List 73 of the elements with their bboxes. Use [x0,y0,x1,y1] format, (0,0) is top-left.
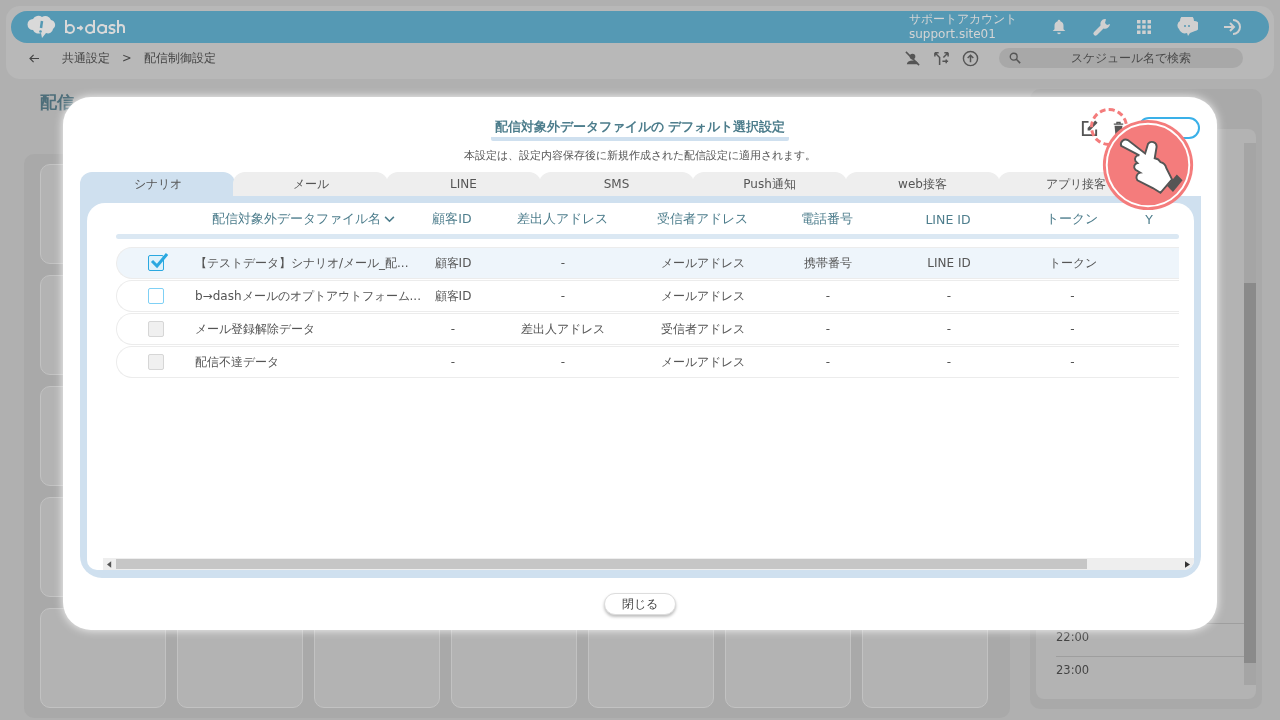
sort-caret-icon[interactable] [383,215,395,223]
search-input[interactable]: スケジュール名で検索 [1029,50,1233,66]
account-name: サポートアカウント [909,12,1017,27]
table-cell: - [450,322,456,336]
table-cell: 差出人アドレス [521,320,605,338]
close-button[interactable]: 閉じる [604,593,676,615]
grid-menu-icon[interactable] [1136,19,1152,35]
table-cell: - [560,355,566,369]
scroll-right-icon[interactable] [1185,560,1190,568]
column-header[interactable]: 配信対象外データファイル名 [211,210,381,228]
mascot-icon[interactable] [1176,17,1198,37]
table-cell: - [560,289,566,303]
logo-icon [27,15,57,39]
dialog-title: 配信対象外データファイルの デフォルト選択設定 [490,119,790,141]
column-header[interactable]: 電話番号 [801,210,853,228]
table-cell: 顧客ID [434,287,472,305]
column-header[interactable]: 差出人アドレス [516,210,608,228]
breadcrumb-separator: > [122,51,132,65]
column-header[interactable]: Y [1145,211,1153,227]
table-cell: - [946,322,952,336]
column-header[interactable]: トークン [1045,210,1098,228]
table-cell: - [825,322,831,336]
table-cell: 顧客ID [434,254,472,272]
table-cell: メールアドレス [661,353,745,371]
search-field[interactable]: スケジュール名で検索 [999,48,1243,68]
table-cell: 配信不達データ [195,353,279,371]
column-header[interactable]: 顧客ID [432,210,472,228]
table-cell: b→dashメールのオプトアウトフォーム... [195,287,421,305]
bell-icon[interactable] [1050,18,1068,36]
breadcrumb-link[interactable]: 共通設定 [62,50,110,66]
upload-circle-icon[interactable] [962,49,979,67]
logout-icon[interactable] [1222,17,1244,37]
account-id: support.site01 [909,27,997,42]
breadcrumb-current: 配信制御設定 [143,50,216,66]
table-cell: - [825,289,831,303]
table-cell: 受信者アドレス [661,320,745,338]
table-cell: - [1070,289,1075,303]
column-header[interactable]: 受信者アドレス [656,210,748,228]
vertical-scrollbar[interactable] [1244,143,1256,685]
search-icon [1009,52,1021,64]
edit-icon[interactable] [1080,118,1099,138]
time-label: 22:00 [1056,630,1090,644]
horizontal-scrollbar[interactable] [103,558,1194,570]
settings-icon[interactable] [1092,17,1112,37]
table-cell: - [1070,355,1075,369]
table-cell: 携帯番号 [804,254,852,272]
table-cell: LINE ID [927,256,971,270]
dialog-subtitle: 本設定は、設定内容保存後に新規作成された配信設定に適用されます。 [464,148,816,163]
table-cell: - [560,256,566,270]
table-cell: 【テストデータ】シナリオ/メール_配... [195,254,409,272]
tab[interactable]: シナリオ [80,172,235,196]
table-cell: - [825,355,831,369]
table-cell: - [1070,322,1075,336]
tab[interactable]: SMS [539,172,694,196]
logo-wordmark-icon [63,18,125,36]
user-off-icon[interactable] [904,49,921,67]
table-cell: - [946,355,952,369]
split-arrows-icon[interactable] [933,49,950,67]
table-cell: トークン [1048,254,1097,272]
table-cell: メールアドレス [661,287,745,305]
column-header[interactable]: LINE ID [925,211,971,227]
table-cell: - [450,355,456,369]
tab[interactable]: web接客 [845,172,1000,196]
back-arrow-icon[interactable] [29,53,40,63]
table-cell: メール登録解除データ [195,320,315,338]
tab[interactable]: LINE [386,172,541,196]
tab[interactable]: メール [233,172,388,196]
tab[interactable]: Push通知 [692,172,847,196]
scroll-left-icon[interactable] [107,560,112,568]
table-cell: メールアドレス [661,254,745,272]
checkbox[interactable] [148,288,164,304]
time-label: 23:00 [1056,663,1090,677]
table-cell: - [946,289,952,303]
